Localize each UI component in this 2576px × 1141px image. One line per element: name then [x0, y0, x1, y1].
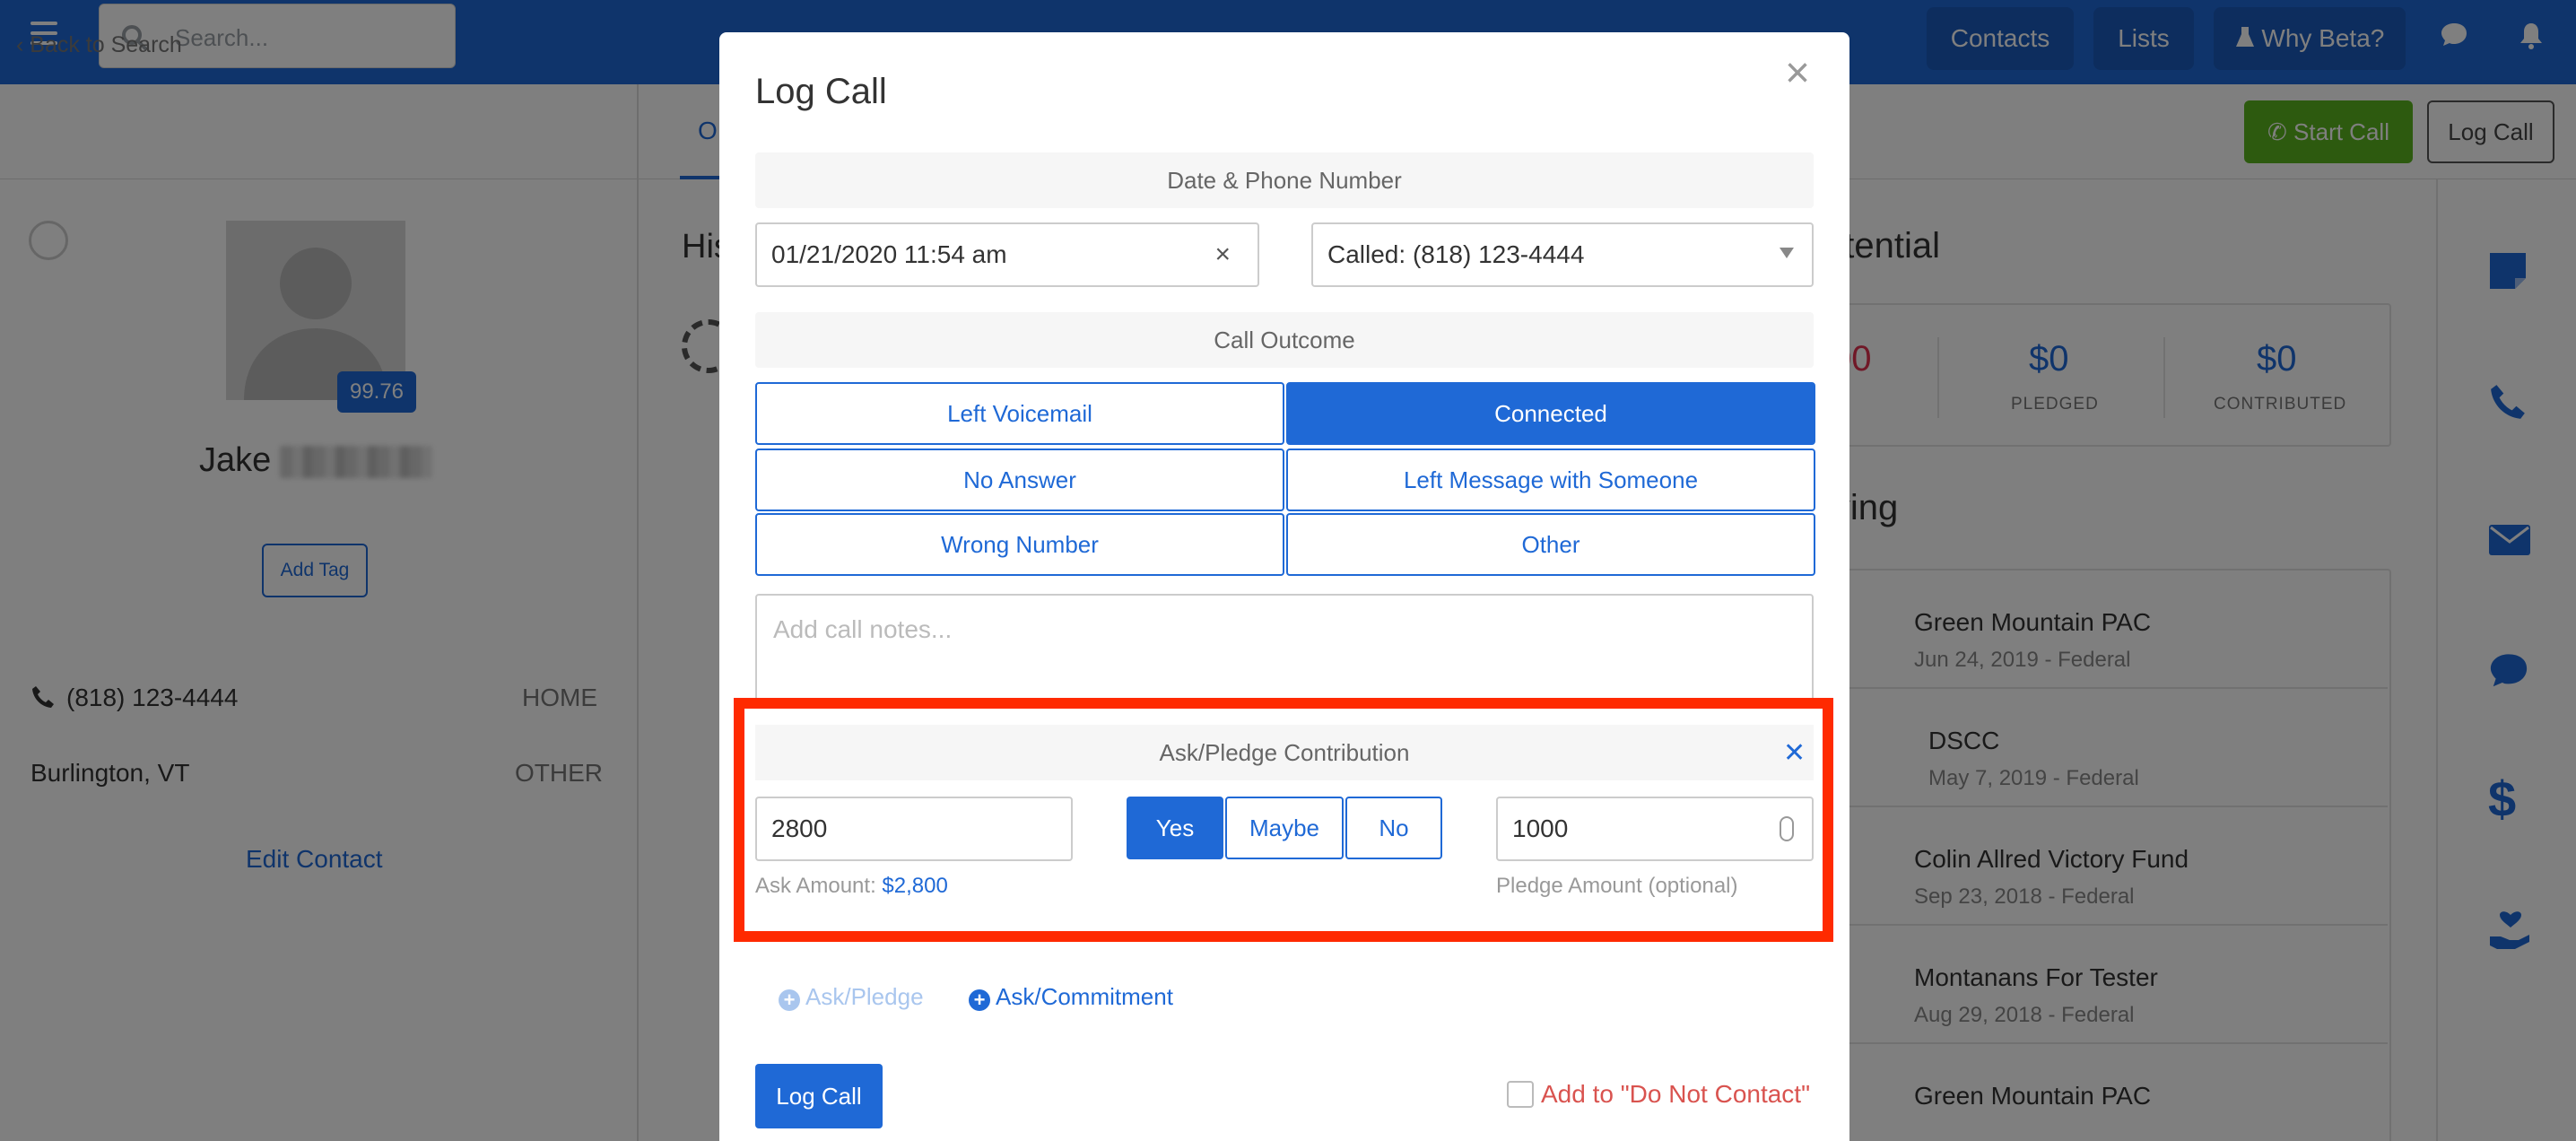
- plus-circle-icon: +: [779, 989, 800, 1011]
- outcome-left-voicemail-button[interactable]: Left Voicemail: [755, 382, 1284, 445]
- log-call-modal: Log Call × Date & Phone Number 01/21/202…: [719, 32, 1849, 1141]
- call-notes-textarea[interactable]: Add call notes...: [755, 594, 1814, 701]
- add-ask-commitment-link[interactable]: + Ask/Commitment: [969, 983, 1173, 1011]
- outcome-connected-button[interactable]: Connected: [1286, 382, 1815, 445]
- date-phone-header: Date & Phone Number: [755, 152, 1814, 208]
- clear-icon[interactable]: ×: [1214, 224, 1231, 285]
- add-ask-pledge-label: Ask/Pledge: [805, 983, 924, 1010]
- outcome-other-button[interactable]: Other: [1286, 513, 1815, 576]
- called-number-select[interactable]: Called: (818) 123-4444: [1311, 222, 1814, 287]
- do-not-contact-option[interactable]: Add to "Do Not Contact": [1507, 1080, 1810, 1109]
- call-outcome-header: Call Outcome: [755, 312, 1814, 368]
- plus-circle-icon: +: [969, 989, 990, 1011]
- highlight-box: [734, 698, 1833, 942]
- called-number-value: Called: (818) 123-4444: [1327, 240, 1585, 268]
- close-icon[interactable]: ×: [1785, 52, 1810, 95]
- add-ask-commitment-label: Ask/Commitment: [996, 983, 1173, 1010]
- add-ask-pledge-link[interactable]: + Ask/Pledge: [779, 983, 924, 1011]
- log-call-submit-button[interactable]: Log Call: [755, 1064, 883, 1128]
- datetime-value: 01/21/2020 11:54 am: [771, 240, 1007, 268]
- do-not-contact-label: Add to "Do Not Contact": [1541, 1080, 1811, 1108]
- outcome-wrong-number-button[interactable]: Wrong Number: [755, 513, 1284, 576]
- modal-title: Log Call: [755, 72, 887, 111]
- chevron-down-icon: [1780, 248, 1794, 258]
- outcome-no-answer-button[interactable]: No Answer: [755, 449, 1284, 511]
- outcome-left-message-button[interactable]: Left Message with Someone: [1286, 449, 1815, 511]
- datetime-field[interactable]: 01/21/2020 11:54 am ×: [755, 222, 1259, 287]
- do-not-contact-checkbox[interactable]: [1507, 1081, 1534, 1108]
- call-notes-placeholder: Add call notes...: [773, 615, 953, 643]
